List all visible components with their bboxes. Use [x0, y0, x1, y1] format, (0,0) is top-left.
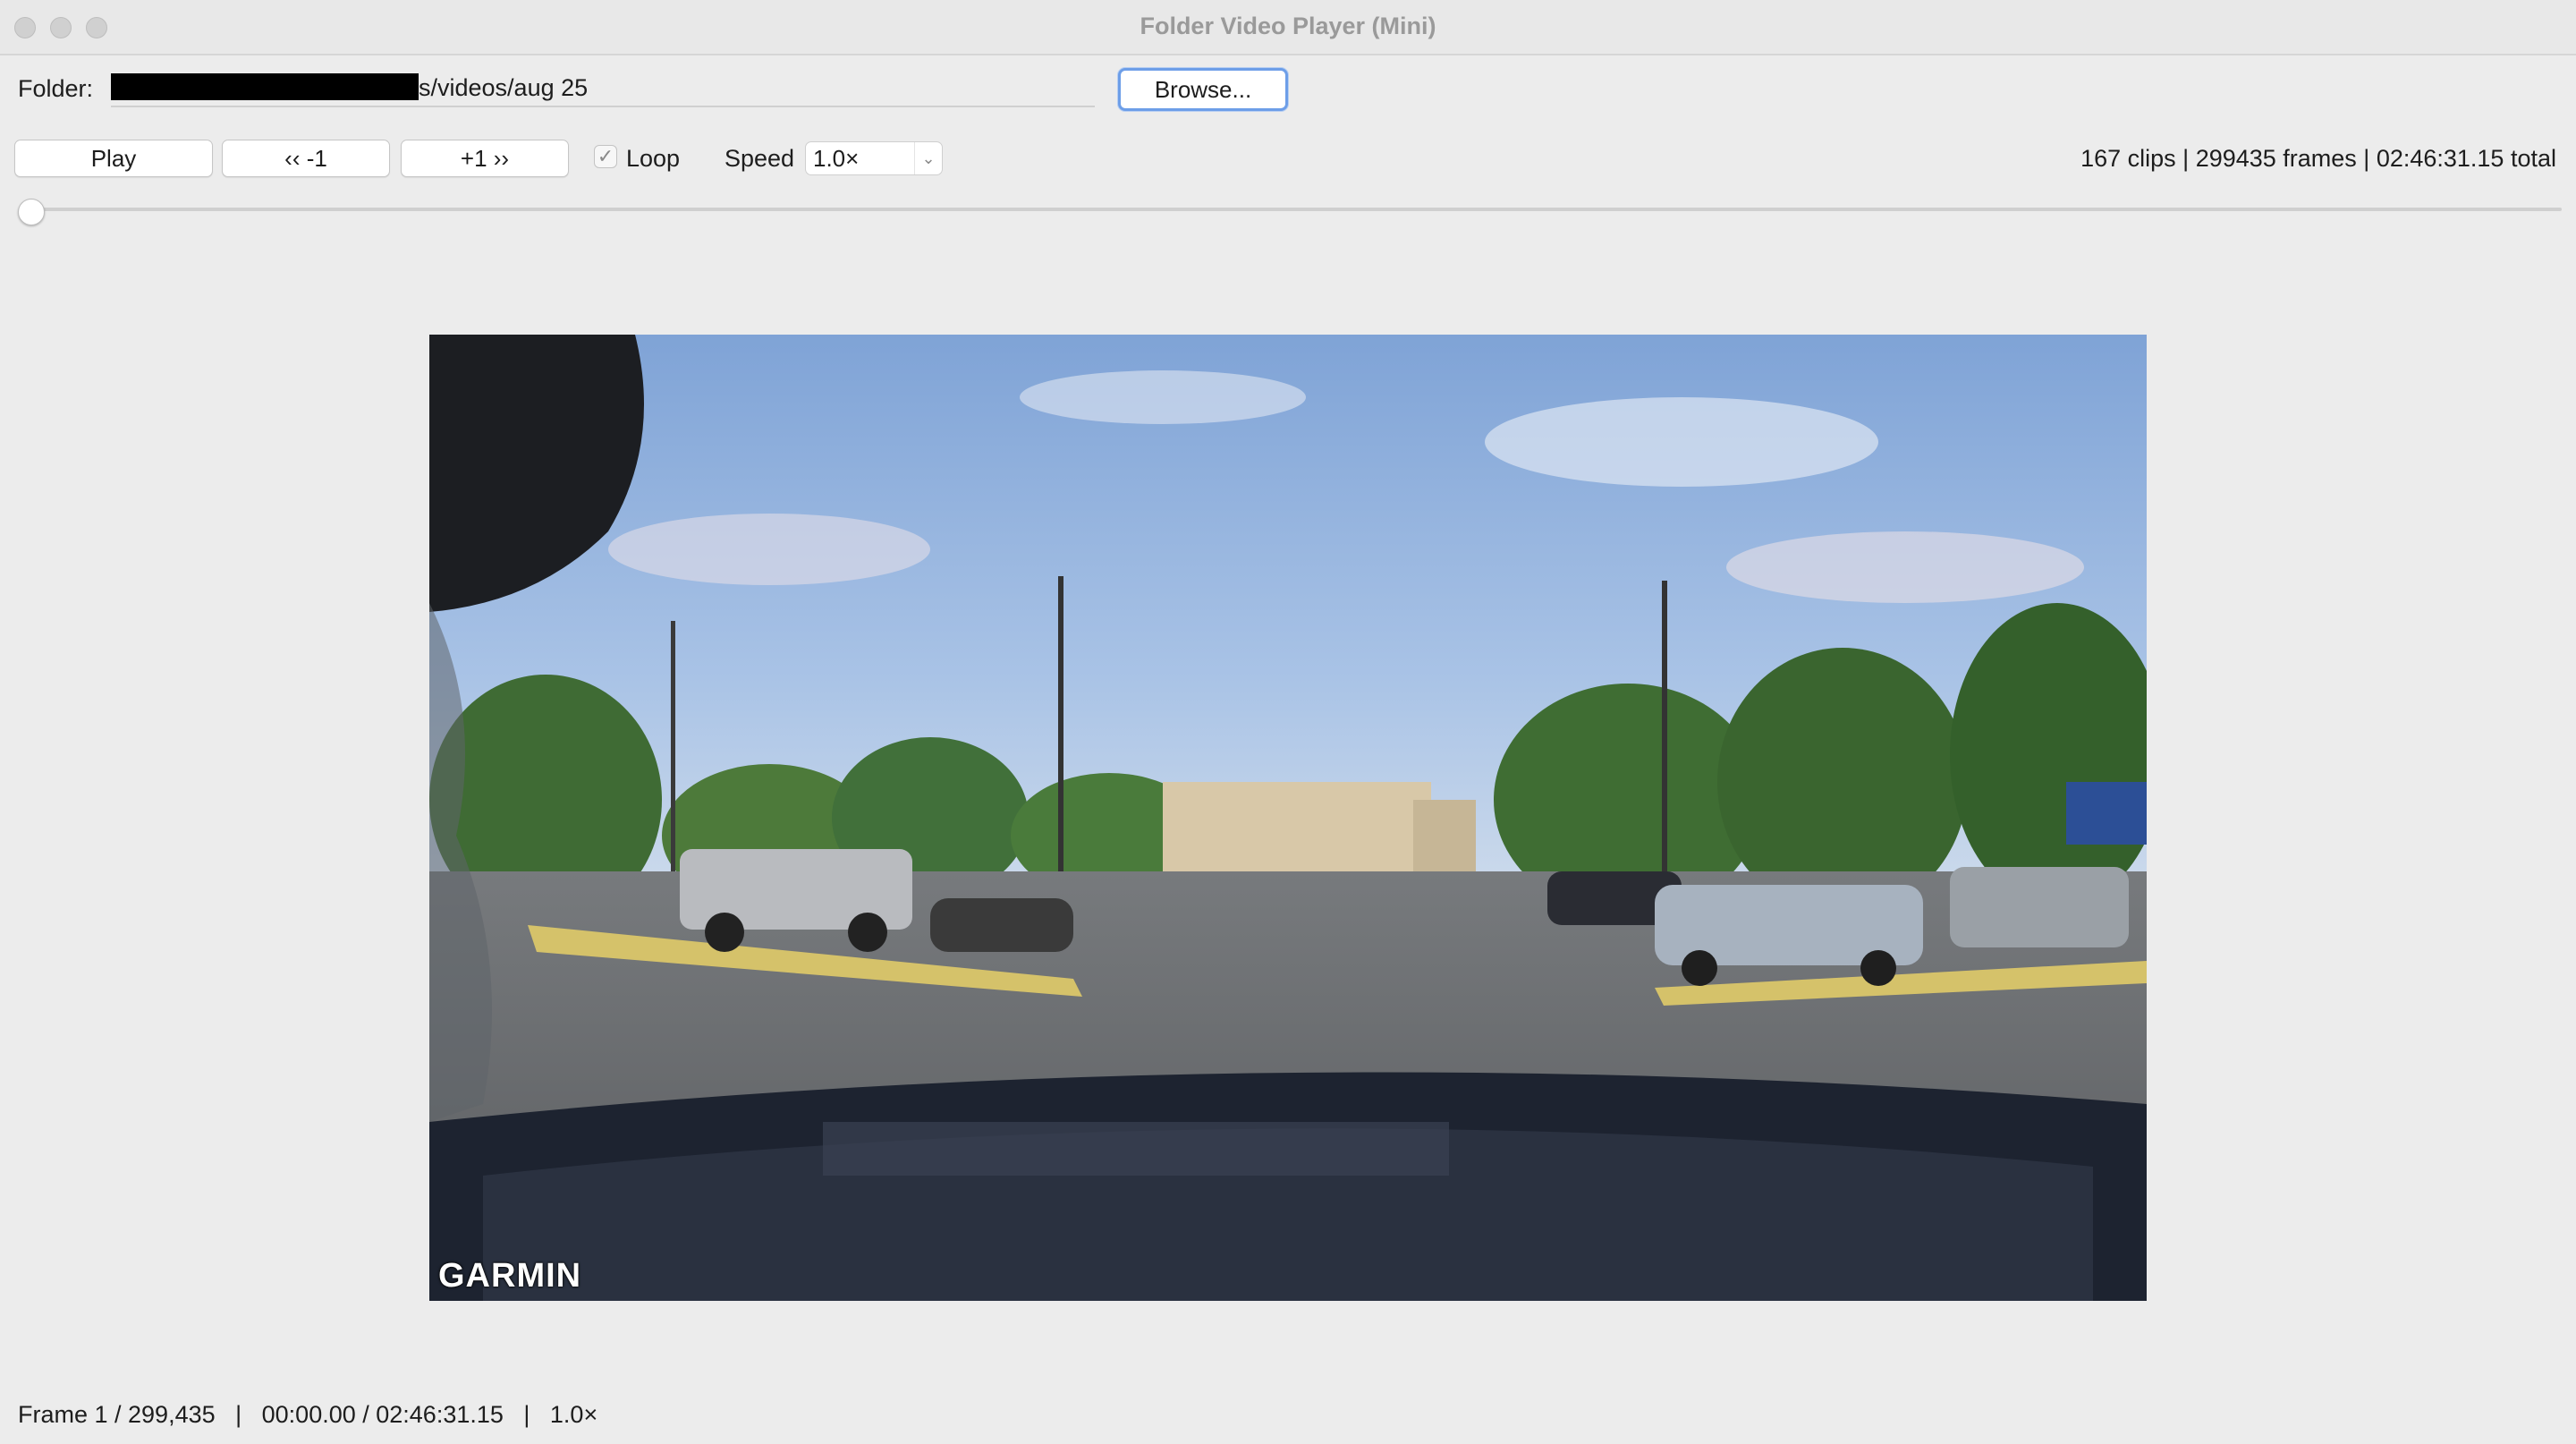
dashcam-frame-illustration — [429, 335, 2147, 1301]
app-window: Folder Video Player (Mini) Folder: s/vid… — [0, 0, 2576, 1444]
folder-label: Folder: — [18, 75, 94, 102]
garmin-watermark: GARMIN — [438, 1257, 582, 1295]
prev-frame-button[interactable]: ‹‹ -1 — [222, 140, 390, 177]
title-bar: Folder Video Player (Mini) — [0, 0, 2576, 55]
loop-checkbox[interactable]: ✓ — [594, 145, 617, 168]
speed-label: Speed — [724, 145, 795, 172]
folder-path-field[interactable]: s/videos/aug 25 — [111, 72, 1095, 107]
speed-select[interactable]: 1.0× ⌄ — [805, 141, 943, 175]
clips-summary: 167 clips | 299435 frames | 02:46:31.15 … — [2080, 145, 2556, 172]
timeline-track[interactable] — [20, 208, 2562, 211]
checkmark-icon: ✓ — [597, 145, 614, 167]
next-frame-button[interactable]: +1 ›› — [401, 140, 569, 177]
redacted-path-block — [111, 73, 419, 100]
browse-button[interactable]: Browse... — [1118, 68, 1288, 111]
timeline-scrubber-knob[interactable] — [18, 199, 45, 225]
window-title: Folder Video Player (Mini) — [1140, 13, 1436, 39]
loop-label[interactable]: Loop — [626, 145, 680, 173]
status-bar: Frame 1 / 299,435 | 00:00.00 / 02:46:31.… — [18, 1401, 598, 1428]
chevron-down-icon: ⌄ — [914, 142, 942, 174]
video-frame: GARMIN — [429, 335, 2147, 1301]
folder-path-text: s/videos/aug 25 — [419, 74, 589, 101]
play-button[interactable]: Play — [14, 140, 213, 177]
speed-value: 1.0× — [813, 145, 860, 172]
